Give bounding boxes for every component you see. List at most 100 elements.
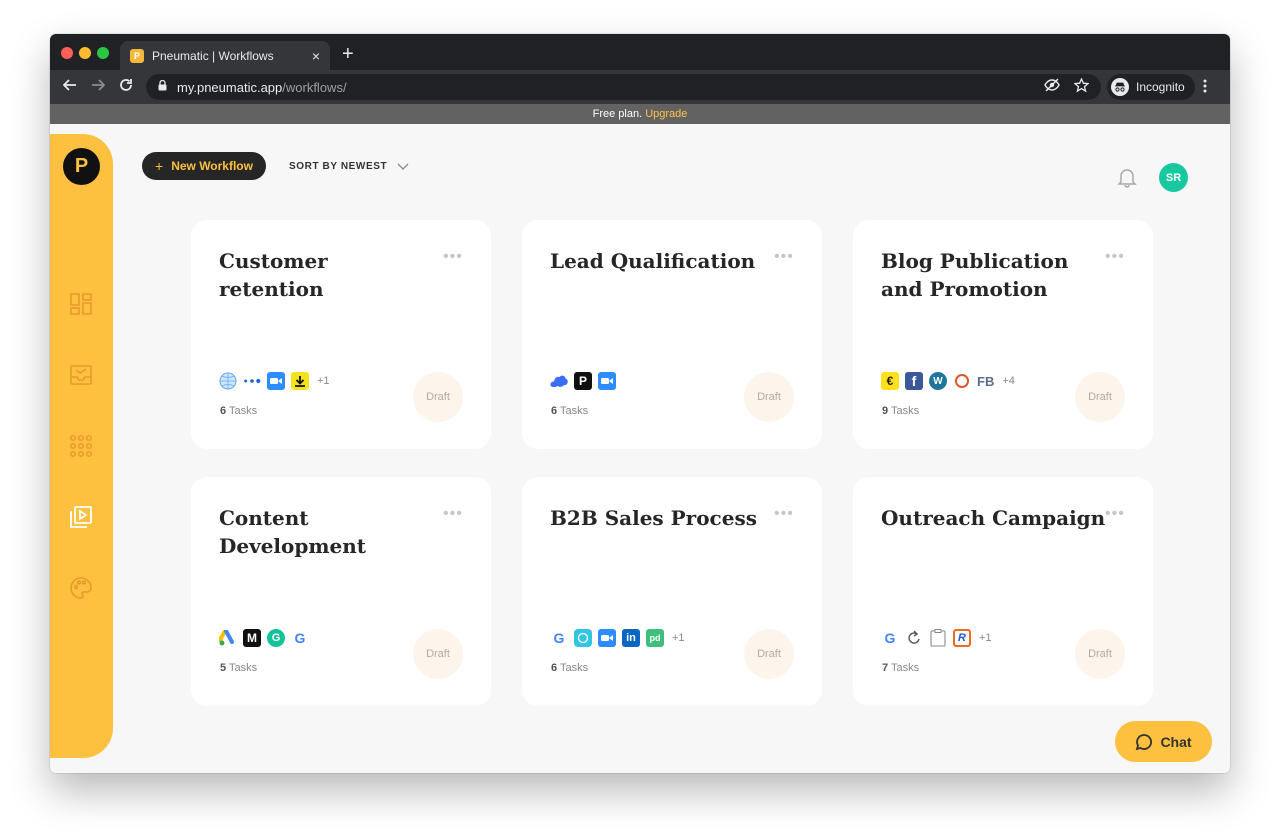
more-integrations-count: +4 [1002, 375, 1015, 387]
workflow-card[interactable]: Customer retention ••• +1 6 Tasks Draft [191, 220, 491, 449]
incognito-badge[interactable]: Incognito [1107, 74, 1195, 100]
incognito-label: Incognito [1136, 80, 1185, 94]
integrations-list: M G G [219, 629, 317, 647]
mailchimp-icon: € [881, 372, 899, 390]
workflow-title: Lead Qualification [550, 249, 756, 273]
maximize-window-button[interactable] [97, 47, 109, 59]
tab-bar: P Pneumatic | Workflows × + [50, 34, 1230, 70]
reload-icon[interactable] [112, 78, 140, 97]
tasks-count: 5 Tasks [220, 662, 258, 674]
bell-icon[interactable] [1116, 166, 1138, 188]
google-icon: G [884, 630, 896, 646]
browser-window: P Pneumatic | Workflows × + my.pneumatic… [50, 34, 1230, 773]
more-options-icon[interactable]: ••• [774, 505, 794, 523]
workflow-card[interactable]: B2B Sales Process ••• G in pd +1 6 Tasks… [522, 477, 822, 706]
lock-icon [158, 79, 167, 94]
workflow-title: Content Development [219, 506, 367, 558]
refresh-icon [905, 629, 923, 647]
sort-label: SORT BY NEWEST [288, 160, 388, 172]
linkedin-icon: in [622, 629, 640, 647]
google-icon: G [553, 630, 565, 646]
integrations-list: G R +1 [881, 629, 992, 647]
cloud-icon [550, 372, 568, 390]
more-options-icon[interactable]: ••• [1105, 505, 1125, 523]
pneumatic-logo[interactable]: P [63, 148, 100, 185]
workflow-card[interactable]: Blog Publication and Promotion ••• € f W… [853, 220, 1153, 449]
url-path: /workflows/ [282, 79, 347, 95]
status-badge: Draft [413, 629, 463, 679]
more-integrations-count: +1 [979, 632, 992, 644]
zoom-icon [267, 372, 285, 390]
r-icon: R [953, 629, 971, 647]
chevron-down-icon [397, 163, 409, 170]
avatar[interactable]: SR [1159, 163, 1188, 192]
palette-icon[interactable] [69, 576, 93, 600]
dashboard-icon[interactable] [69, 292, 93, 316]
free-plan-banner: Free plan. Upgrade [50, 104, 1230, 124]
p-icon: P [574, 372, 592, 390]
sort-dropdown[interactable]: SORT BY NEWEST [289, 160, 409, 172]
wordpress-icon: W [929, 372, 947, 390]
sidebar: P [50, 134, 113, 758]
facebook-icon: f [905, 372, 923, 390]
dots-icon [243, 372, 261, 390]
plus-icon: + [155, 158, 164, 174]
new-workflow-label: New Workflow [171, 159, 253, 173]
close-window-button[interactable] [61, 47, 73, 59]
new-workflow-button[interactable]: + New Workflow [142, 152, 266, 180]
url-host: my.pneumatic.app [177, 79, 283, 95]
status-badge: Draft [744, 629, 794, 679]
ring-icon [953, 372, 971, 390]
chat-bubble-icon [1136, 733, 1153, 750]
back-arrow-icon[interactable] [56, 78, 84, 97]
integrations-list: +1 [219, 372, 330, 390]
inbox-icon[interactable] [69, 363, 93, 387]
sphere-icon [219, 372, 237, 390]
status-badge: Draft [1075, 629, 1125, 679]
tasks-count: 6 Tasks [220, 405, 258, 417]
status-badge: Draft [1075, 372, 1125, 422]
kebab-menu-icon[interactable] [1203, 79, 1207, 96]
tasks-count: 7 Tasks [882, 662, 920, 674]
close-tab-icon[interactable]: × [312, 48, 320, 64]
hello-icon [574, 629, 592, 647]
app-page: P + New Workflow SORT BY NEWEST SR Custo… [50, 124, 1230, 773]
video-library-icon[interactable] [69, 505, 93, 529]
google-ads-icon [219, 629, 237, 647]
workflow-card[interactable]: Content Development ••• M G G 5 Tasks Dr… [191, 477, 491, 706]
more-integrations-count: +1 [672, 632, 685, 644]
medium-icon: M [243, 629, 261, 647]
browser-toolbar: my.pneumatic.app/workflows/ Incognito [50, 70, 1230, 104]
more-options-icon[interactable]: ••• [1105, 248, 1125, 266]
tab-workflows[interactable]: P Pneumatic | Workflows × [120, 41, 330, 70]
incognito-icon [1111, 78, 1129, 96]
minimize-window-button[interactable] [79, 47, 91, 59]
status-badge: Draft [744, 372, 794, 422]
workflow-title: Customer retention [219, 249, 328, 301]
banner-text: Free plan. [592, 108, 643, 120]
upgrade-link[interactable]: Upgrade [645, 108, 687, 120]
templates-grid-icon[interactable] [69, 434, 93, 458]
tab-title: Pneumatic | Workflows [152, 48, 274, 63]
integrations-list: P [550, 372, 624, 390]
more-integrations-count: +1 [317, 375, 330, 387]
more-options-icon[interactable]: ••• [774, 248, 794, 266]
star-icon[interactable] [1073, 77, 1090, 96]
pneumatic-favicon-icon: P [130, 48, 144, 63]
chat-button[interactable]: Chat [1115, 721, 1212, 762]
more-options-icon[interactable]: ••• [443, 248, 463, 266]
new-tab-button[interactable]: + [342, 43, 354, 66]
forward-arrow-icon[interactable] [84, 78, 112, 97]
workflow-title: Outreach Campaign [881, 506, 1106, 530]
zoom-icon [598, 629, 616, 647]
workflow-card[interactable]: Outreach Campaign ••• G R +1 7 Tasks Dra… [853, 477, 1153, 706]
download-icon [291, 372, 309, 390]
zoom-icon [598, 372, 616, 390]
integrations-list: G in pd +1 [550, 629, 685, 647]
more-options-icon[interactable]: ••• [443, 505, 463, 523]
integrations-list: € f W FB +4 [881, 372, 1015, 390]
fb-text-icon: FB [977, 373, 995, 389]
workflow-card[interactable]: Lead Qualification ••• P 6 Tasks Draft [522, 220, 822, 449]
address-bar[interactable]: my.pneumatic.app/workflows/ [146, 74, 1101, 100]
eye-slash-icon[interactable] [1044, 78, 1060, 96]
